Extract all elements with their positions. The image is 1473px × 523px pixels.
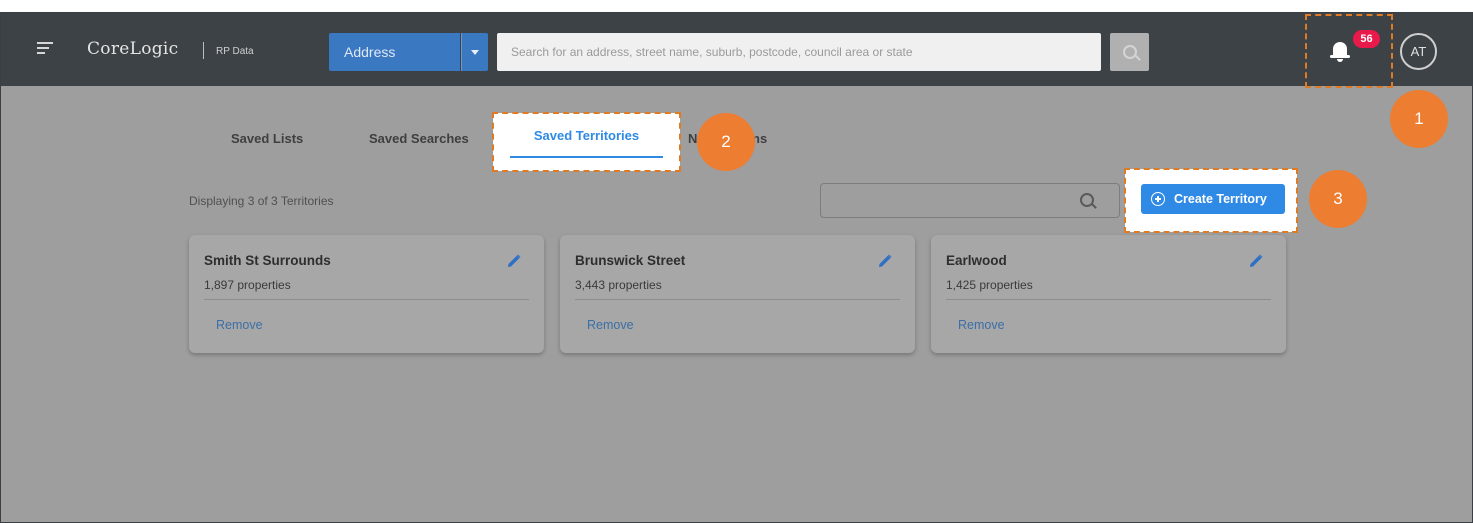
logo: CoreLogic [87, 39, 179, 59]
tab-saved-lists[interactable]: Saved Lists [231, 131, 303, 146]
edit-pencil-icon[interactable] [506, 253, 522, 269]
search-input[interactable]: Search for an address, street name, subu… [497, 33, 1101, 71]
logo-subtitle: RP Data [216, 46, 254, 57]
territory-property-count: 1,897 properties [204, 278, 291, 292]
logo-divider [203, 42, 204, 59]
tab-saved-searches[interactable]: Saved Searches [369, 131, 469, 146]
saved-territories-highlight-box [492, 112, 681, 172]
user-avatar[interactable]: AT [1400, 33, 1437, 70]
callout-badge-1: 1 [1390, 90, 1448, 148]
territory-name: Brunswick Street [575, 253, 686, 268]
search-icon [1123, 45, 1137, 59]
territory-count-text: Displaying 3 of 3 Territories [189, 194, 334, 208]
territory-card: Earlwood 1,425 properties Remove [931, 235, 1286, 353]
create-territory-highlight-box [1124, 168, 1298, 233]
remove-territory-link[interactable]: Remove [587, 318, 634, 332]
search-button[interactable] [1110, 33, 1149, 71]
menu-icon[interactable] [37, 42, 53, 54]
callout-badge-3: 3 [1309, 170, 1367, 228]
card-divider [204, 299, 529, 300]
remove-territory-link[interactable]: Remove [958, 318, 1005, 332]
search-icon [1080, 193, 1094, 207]
card-divider [575, 299, 900, 300]
territory-filter-input[interactable] [820, 183, 1120, 218]
territory-name: Earlwood [946, 253, 1007, 268]
remove-territory-link[interactable]: Remove [216, 318, 263, 332]
notifications-highlight-box [1305, 14, 1393, 88]
territory-card: Brunswick Street 3,443 properties Remove [560, 235, 915, 353]
chevron-down-icon[interactable] [461, 33, 488, 71]
card-divider [946, 299, 1271, 300]
search-type-select[interactable]: Address [329, 33, 460, 71]
callout-badge-2: 2 [697, 113, 755, 171]
territory-property-count: 1,425 properties [946, 278, 1033, 292]
edit-pencil-icon[interactable] [1248, 253, 1264, 269]
territory-card: Smith St Surrounds 1,897 properties Remo… [189, 235, 544, 353]
territory-name: Smith St Surrounds [204, 253, 331, 268]
app-window: CoreLogic RP Data Address Search for an … [0, 12, 1473, 523]
territory-property-count: 3,443 properties [575, 278, 662, 292]
edit-pencil-icon[interactable] [877, 253, 893, 269]
top-navigation-bar: CoreLogic RP Data Address Search for an … [1, 13, 1472, 86]
tab-partially-hidden[interactable]: N [688, 131, 697, 146]
